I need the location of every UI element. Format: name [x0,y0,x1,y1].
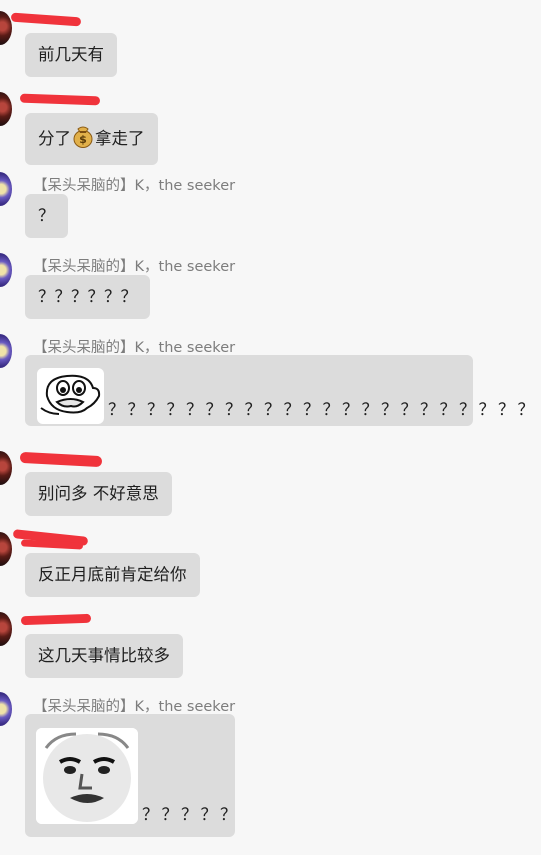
sender-name-redacted [20,613,103,631]
message-bubble[interactable]: ？ [25,194,68,238]
avatar[interactable] [0,172,12,206]
confused-face-sticker [37,368,104,424]
message-bubble[interactable]: 反正月底前肯定给你 [25,553,200,597]
message-text-after: 拿走了 [95,129,145,148]
message-bubble[interactable]: ？？？？？？？？？？？？？？？？？？？？？？ [25,355,534,426]
redaction-mark [10,12,82,27]
message-bubble[interactable]: ？？？？？？ [25,275,150,319]
avatar[interactable] [0,532,12,566]
message-bubble[interactable]: 这几天事情比较多 [25,634,183,678]
sender-name: 【呆头呆脑的】K，the seeker [33,178,236,194]
redaction-mark [19,451,103,468]
avatar[interactable] [0,692,12,726]
sender-name: 【呆头呆脑的】K，the seeker [33,259,236,275]
avatar[interactable] [0,253,12,287]
money-bag-icon: $ [72,124,94,154]
svg-text:$: $ [79,133,87,146]
chat-history: 前几天有 分了 $ 拿走了 【呆头呆脑的】K，the seeker ？ 【呆头呆脑的… [0,0,541,855]
message-text: ？？？？？？？？？？？？？？？？？？？？？？ [108,400,537,419]
avatar[interactable] [0,612,12,646]
sender-name-redacted [10,12,103,30]
redaction-mark [19,93,101,106]
sender-name-redacted [19,451,103,470]
avatar[interactable] [0,334,12,368]
message-bubble[interactable]: ？？？？？ [25,714,237,837]
redaction-mark [20,613,92,626]
message-bubble[interactable]: 别问多 不好意思 [25,472,172,516]
message-bubble[interactable]: 前几天有 [25,33,117,77]
avatar[interactable] [0,92,12,126]
message-text: ？？？？？ [142,805,240,824]
meme-face-sticker [36,728,138,824]
message-bubble[interactable]: 分了 $ 拿走了 [25,113,158,165]
sender-name-redacted [19,93,103,110]
avatar[interactable] [0,451,12,485]
sender-name: 【呆头呆脑的】K，the seeker [33,340,236,356]
message-text-before: 分了 [38,129,71,148]
sender-name-redacted [12,529,103,550]
sender-name: 【呆头呆脑的】K，the seeker [33,699,236,715]
